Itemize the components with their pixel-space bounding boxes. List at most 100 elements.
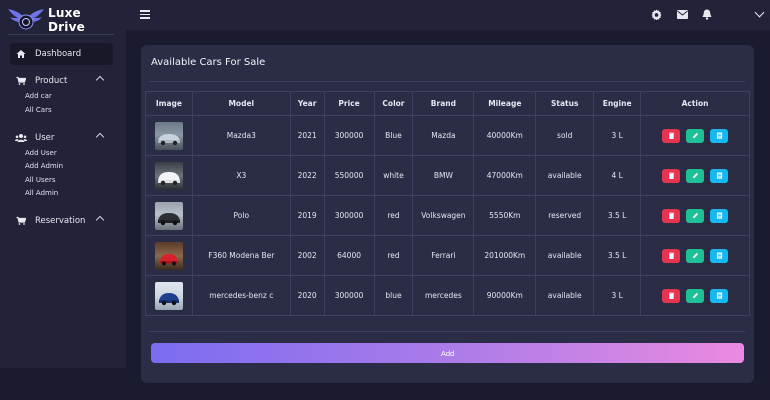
list-icon [716,132,722,139]
cell-model: F360 Modena Ber [191,235,291,276]
delete-button[interactable] [662,248,681,263]
sidebar-subitem-add-admin[interactable]: Add Admin [25,162,63,170]
cell-status: available [535,275,595,316]
column-header: Action [640,91,750,116]
delete-button[interactable] [662,288,681,303]
chevron-up-icon[interactable] [95,132,105,142]
edit-button[interactable] [686,168,705,183]
cell-model: Mazda3 [191,115,291,156]
column-header: Status [535,91,595,116]
column-header: Price [323,91,375,116]
cell-price: 64000 [323,235,375,276]
cell-price: 300000 [323,275,375,316]
page-title: Available Cars For Sale [151,57,266,68]
car-thumbnail[interactable] [154,201,183,230]
brand[interactable]: Luxe Drive [8,6,120,34]
sidebar-item-dashboard[interactable]: Dashboard [10,43,113,65]
car-thumbnail[interactable] [154,241,183,270]
sidebar-item-label: User [35,133,55,143]
sidebar-item-label: Reservation [35,216,86,226]
cell-mileage: 5550Km [473,195,537,236]
cell-mileage: 90000Km [473,275,537,316]
table-row: X3 2022 550000 white BMW 47000Km availab… [145,155,750,196]
pencil-icon [692,172,698,179]
column-header: Brand [412,91,475,116]
sidebar-subitem-add-car[interactable]: Add car [25,92,52,100]
cell-engine: 3.5 L [593,235,642,276]
cell-mileage: 47000Km [473,155,537,196]
mail-icon[interactable] [676,8,688,20]
list-icon [716,212,722,219]
divider [8,34,114,35]
cell-price: 300000 [323,195,375,236]
cell-engine: 4 L [593,155,642,196]
home-icon [15,48,27,60]
cell-color: Blue [373,115,414,156]
cell-year: 2021 [289,115,325,156]
sidebar-subitem-add-user[interactable]: Add User [25,149,57,157]
sidebar-item-reservation[interactable]: Reservation [10,212,113,230]
car-thumbnail[interactable] [154,161,183,190]
delete-button[interactable] [662,208,681,223]
divider [149,331,745,332]
cell-color: red [373,195,414,236]
edit-button[interactable] [686,208,705,223]
sidebar-subitem-all-admin[interactable]: All Admin [25,189,58,197]
chevron-up-icon[interactable] [95,75,105,85]
delete-button[interactable] [662,128,681,143]
cell-brand: BMW [412,155,475,196]
trash-icon [668,172,674,179]
details-button[interactable] [710,208,729,223]
cell-brand: Ferrari [412,235,475,276]
users-icon [15,132,27,144]
car-thumbnail[interactable] [154,281,183,310]
column-header: Image [145,91,193,116]
menu-icon[interactable] [140,10,150,19]
delete-button[interactable] [662,168,681,183]
cell-year: 2002 [289,235,325,276]
cell-price: 550000 [323,155,375,196]
trash-icon [668,292,674,299]
pencil-icon [692,132,698,139]
trash-icon [668,132,674,139]
details-button[interactable] [710,128,729,143]
table-header-row: Image Model Year Price Color Brand Milea… [145,91,750,116]
cars-card: Available Cars For Sale Image Model Year… [141,45,754,383]
sidebar-item-label: Product [35,76,68,86]
car-thumbnail[interactable] [154,121,183,150]
sidebar-item-product[interactable]: Product [10,72,113,90]
sidebar-item-user[interactable]: User [10,129,113,147]
details-button[interactable] [710,168,729,183]
cell-mileage: 40000Km [473,115,537,156]
list-icon [716,292,722,299]
chevron-down-icon[interactable] [754,7,765,18]
column-header: Model [191,91,291,116]
cell-mileage: 201000Km [473,235,537,276]
table-row: Mazda3 2021 300000 Blue Mazda 40000Km so… [145,115,750,156]
edit-button[interactable] [686,128,705,143]
column-header: Year [289,91,325,116]
cell-color: red [373,235,414,276]
cell-year: 2022 [289,155,325,196]
details-button[interactable] [710,248,729,263]
column-header: Mileage [473,91,537,116]
cell-year: 2020 [289,275,325,316]
add-car-button[interactable]: Add [151,343,744,363]
edit-button[interactable] [686,288,705,303]
table-row: mercedes-benz c 2020 300000 blue mercede… [145,275,750,316]
pencil-icon [692,292,698,299]
chevron-up-icon[interactable] [95,215,105,225]
edit-button[interactable] [686,248,705,263]
cell-brand: mercedes [412,275,475,316]
cell-model: X3 [191,155,291,196]
sidebar-item-label: Dashboard [35,49,82,59]
bell-icon[interactable] [701,8,713,20]
cell-color: blue [373,275,414,316]
details-button[interactable] [710,288,729,303]
settings-icon[interactable] [650,8,662,20]
cell-price: 300000 [323,115,375,156]
sidebar-subitem-all-cars[interactable]: All Cars [25,106,52,114]
table-row: Polo 2019 300000 red Volkswagen 5550Km r… [145,195,750,236]
sidebar-subitem-all-users[interactable]: All Users [25,176,56,184]
cell-engine: 3.5 L [593,195,642,236]
